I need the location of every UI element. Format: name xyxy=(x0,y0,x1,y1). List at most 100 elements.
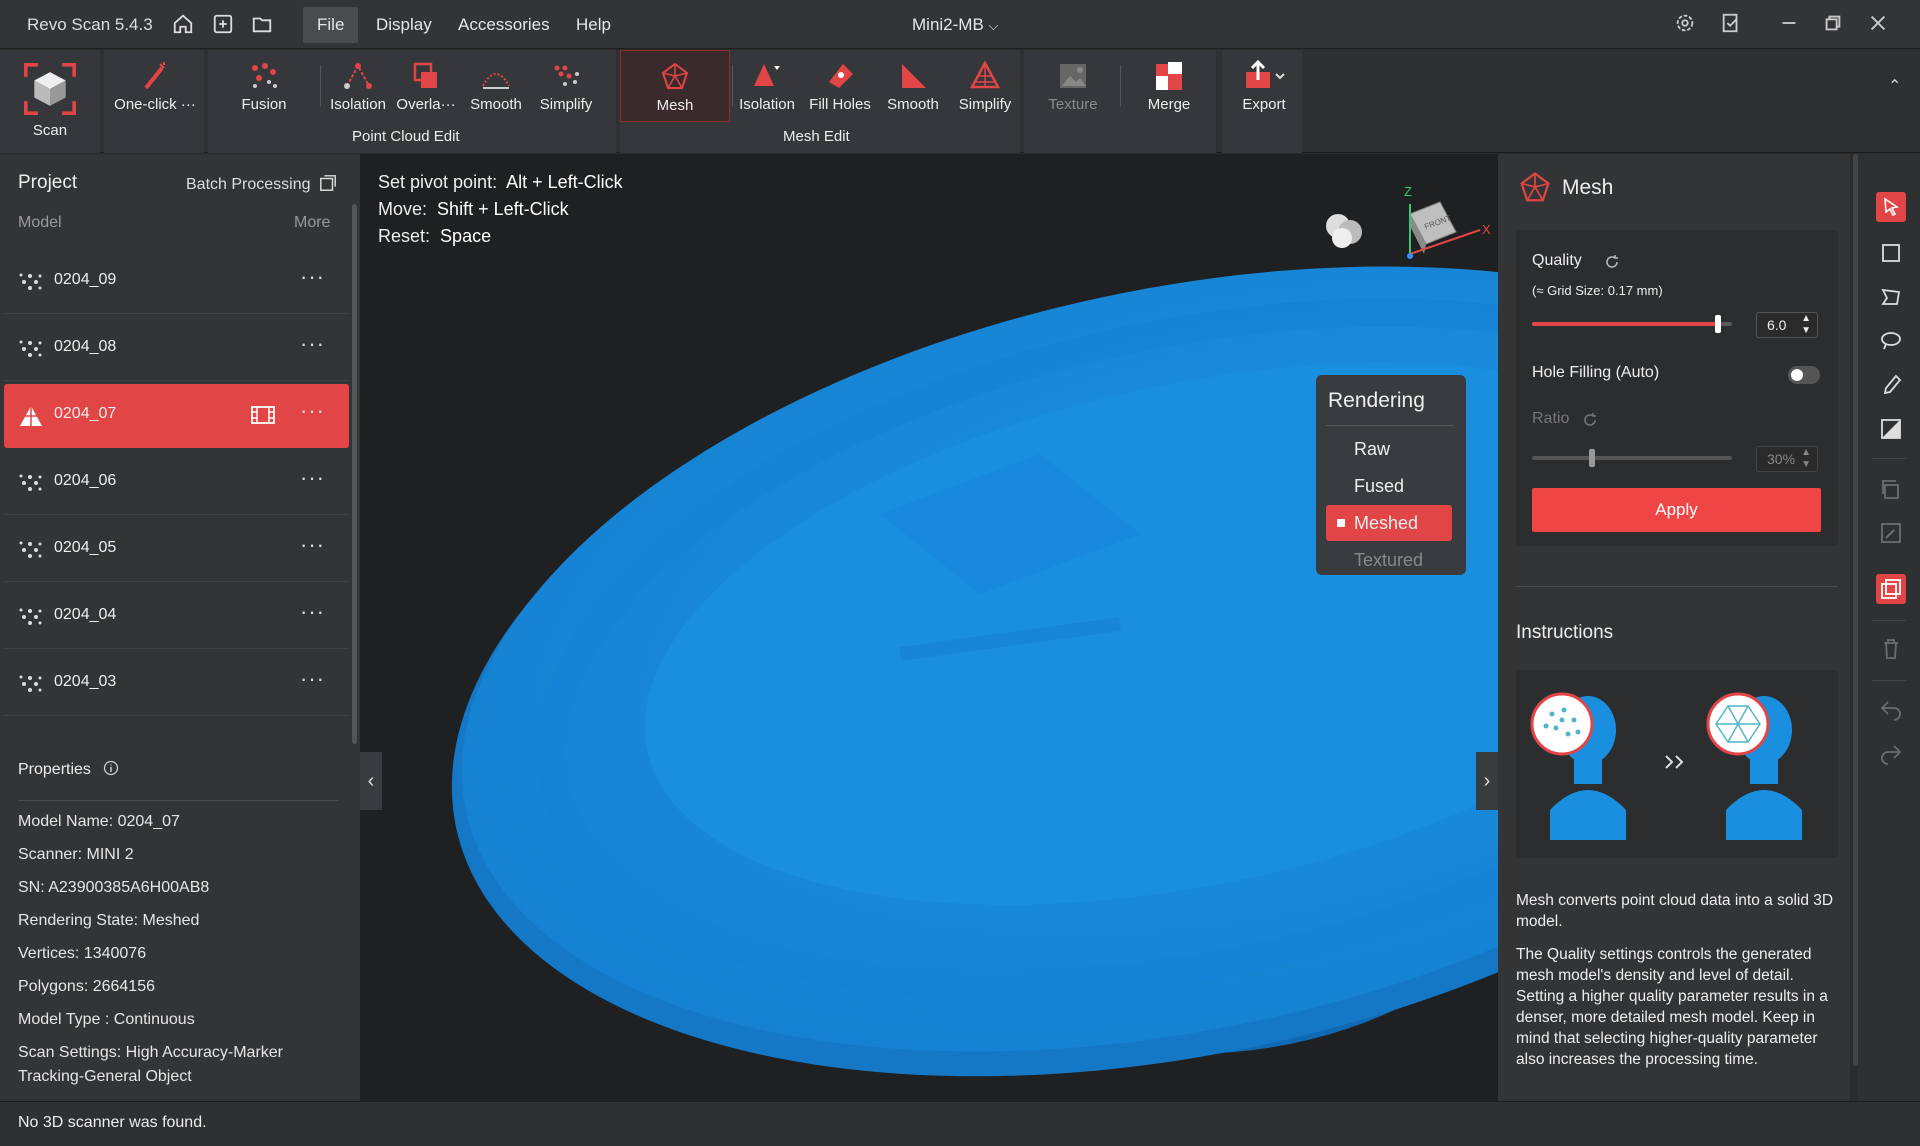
redo-icon[interactable] xyxy=(1876,738,1906,768)
hole-filling-label: Hole Filling (Auto) xyxy=(1532,364,1660,381)
refresh-icon[interactable] xyxy=(1604,254,1620,270)
edit-icon[interactable] xyxy=(1876,518,1906,548)
scan-button[interactable]: Scan xyxy=(10,50,90,150)
model-name: 0204_07 xyxy=(54,405,117,422)
ratio-value-input[interactable]: 30% ▲ ▼ xyxy=(1756,446,1818,472)
model-row-0204-04[interactable]: 0204_04 ··· xyxy=(4,585,349,649)
select-pointer-icon[interactable] xyxy=(1876,192,1906,222)
brush-select-icon[interactable] xyxy=(1876,370,1906,400)
settings-gear-icon[interactable] xyxy=(1674,12,1698,36)
mesh-simplify-button[interactable]: Simplify xyxy=(950,50,1020,122)
batch-processing-button[interactable]: Batch Processing xyxy=(186,174,337,194)
quality-value-input[interactable]: 6.0 ▲ ▼ xyxy=(1756,312,1818,338)
more-column-header[interactable]: More xyxy=(294,214,330,232)
mesh-isolation-label: Isolation xyxy=(739,96,795,113)
menu-file[interactable]: File xyxy=(303,7,359,43)
more-options-icon[interactable]: ··· xyxy=(300,331,325,357)
pc-isolation-button[interactable]: Isolation xyxy=(324,50,392,122)
mesh-button[interactable]: Mesh xyxy=(620,50,730,122)
view-cube[interactable]: Z X FRONT xyxy=(1390,184,1491,284)
spinner-arrows-icon[interactable]: ▲ ▼ xyxy=(1801,447,1811,471)
mesh-panel: Mesh Quality (≈ Grid Size: 0.17 mm) 6.0 … xyxy=(1498,154,1850,1101)
menu-display[interactable]: Display xyxy=(362,7,446,43)
open-folder-icon[interactable] xyxy=(251,13,273,35)
merge-button[interactable]: Merge xyxy=(1134,50,1204,122)
undo-icon[interactable] xyxy=(1876,694,1906,724)
more-options-icon[interactable]: ··· xyxy=(300,532,325,558)
more-options-icon[interactable]: ··· xyxy=(300,264,325,290)
home-icon[interactable] xyxy=(172,13,194,35)
menu-help[interactable]: Help xyxy=(562,7,625,43)
collapse-right-panel-icon[interactable]: › xyxy=(1476,752,1498,810)
restore-icon[interactable] xyxy=(1822,12,1846,36)
project-scrollbar[interactable] xyxy=(352,204,357,744)
model-name: 0204_04 xyxy=(54,606,117,623)
light-source-icon[interactable] xyxy=(1318,204,1388,254)
pc-smooth-button[interactable]: Smooth xyxy=(462,50,530,122)
copy-icon[interactable] xyxy=(1876,474,1906,504)
collapse-ribbon-icon[interactable]: ⌃ xyxy=(1888,76,1901,96)
invert-selection-icon[interactable] xyxy=(1876,414,1906,444)
render-option-raw[interactable]: Raw xyxy=(1326,431,1452,467)
apply-button[interactable]: Apply xyxy=(1532,488,1821,532)
filmstrip-icon[interactable] xyxy=(250,404,276,426)
new-project-icon[interactable] xyxy=(212,13,234,35)
rectangle-select-icon[interactable] xyxy=(1876,238,1906,268)
export-group: Export xyxy=(1222,50,1302,153)
collapse-left-panel-icon[interactable]: ‹ xyxy=(360,752,382,810)
model-row-0204-06[interactable]: 0204_06 ··· xyxy=(4,451,349,515)
smooth-icon xyxy=(482,73,510,89)
refresh-icon[interactable] xyxy=(1582,412,1598,428)
device-selector[interactable]: Mini2-MB ⌵ xyxy=(912,15,998,35)
lasso-select-icon[interactable] xyxy=(1876,326,1906,356)
more-options-icon[interactable]: ··· xyxy=(300,465,325,491)
model-name: 0204_06 xyxy=(54,472,117,489)
spinner-arrows-icon[interactable]: ▲ ▼ xyxy=(1801,313,1811,337)
minimize-icon[interactable] xyxy=(1778,12,1802,36)
mesh-icon xyxy=(1520,172,1550,202)
scanned-model xyxy=(451,266,1498,1077)
mesh-smooth-button[interactable]: Smooth xyxy=(878,50,948,122)
polygon-select-icon[interactable] xyxy=(1876,282,1906,312)
delete-trash-icon[interactable] xyxy=(1876,634,1906,664)
point-cloud-icon xyxy=(19,474,42,491)
fusion-button[interactable]: Fusion xyxy=(230,50,298,122)
more-options-icon[interactable]: ··· xyxy=(300,666,325,692)
model-row-0204-03[interactable]: 0204_03 ··· xyxy=(4,652,349,716)
render-option-meshed[interactable]: Meshed xyxy=(1326,505,1452,541)
model-row-0204-09[interactable]: 0204_09 ··· xyxy=(4,250,349,314)
hint-reset: Reset: Space xyxy=(378,226,491,247)
3d-viewport[interactable]: Set pivot point: Alt + Left-Click Move: … xyxy=(360,154,1498,1101)
more-options-icon[interactable]: ··· xyxy=(300,398,325,424)
hint-label: Move: xyxy=(378,199,428,219)
quality-slider[interactable] xyxy=(1532,315,1732,333)
texture-button[interactable]: Texture xyxy=(1038,50,1108,122)
model-row-0204-05[interactable]: 0204_05 ··· xyxy=(4,518,349,582)
point-cloud-icon xyxy=(19,608,42,625)
ratio-slider[interactable] xyxy=(1532,449,1732,467)
ratio-slider-knob[interactable] xyxy=(1589,449,1595,467)
quality-slider-knob[interactable] xyxy=(1715,315,1721,333)
render-option-textured[interactable]: Textured xyxy=(1326,542,1452,578)
fill-holes-button[interactable]: Fill Holes xyxy=(804,50,876,122)
info-icon[interactable] xyxy=(103,760,119,776)
mesh-label: Mesh xyxy=(656,97,694,114)
prop-sn: SN: A23900385A6H00AB8 xyxy=(18,879,210,896)
hole-filling-toggle[interactable] xyxy=(1788,366,1820,384)
feedback-icon[interactable] xyxy=(1720,12,1744,36)
model-row-0204-07[interactable]: 0204_07 ··· xyxy=(4,384,349,448)
duplicate-icon[interactable] xyxy=(1876,574,1906,604)
mesh-model-icon xyxy=(20,406,42,426)
close-icon[interactable] xyxy=(1867,12,1891,36)
mesh-isolation-button[interactable]: Isolation xyxy=(732,50,802,122)
prop-model-type: Model Type : Continuous xyxy=(18,1011,195,1028)
export-button[interactable]: Export xyxy=(1226,50,1302,122)
one-click-button[interactable]: One-click ··· xyxy=(110,50,200,122)
pc-simplify-button[interactable]: Simplify xyxy=(532,50,600,122)
render-option-fused[interactable]: Fused xyxy=(1326,468,1452,504)
mesh-edit-group: Mesh Isolation Fill Holes Smooth Simplif… xyxy=(620,50,1020,153)
model-row-0204-08[interactable]: 0204_08 ··· xyxy=(4,317,349,381)
more-options-icon[interactable]: ··· xyxy=(300,599,325,625)
menu-accessories[interactable]: Accessories xyxy=(444,7,564,43)
pc-overlap-button[interactable]: Overla··· xyxy=(392,50,460,122)
